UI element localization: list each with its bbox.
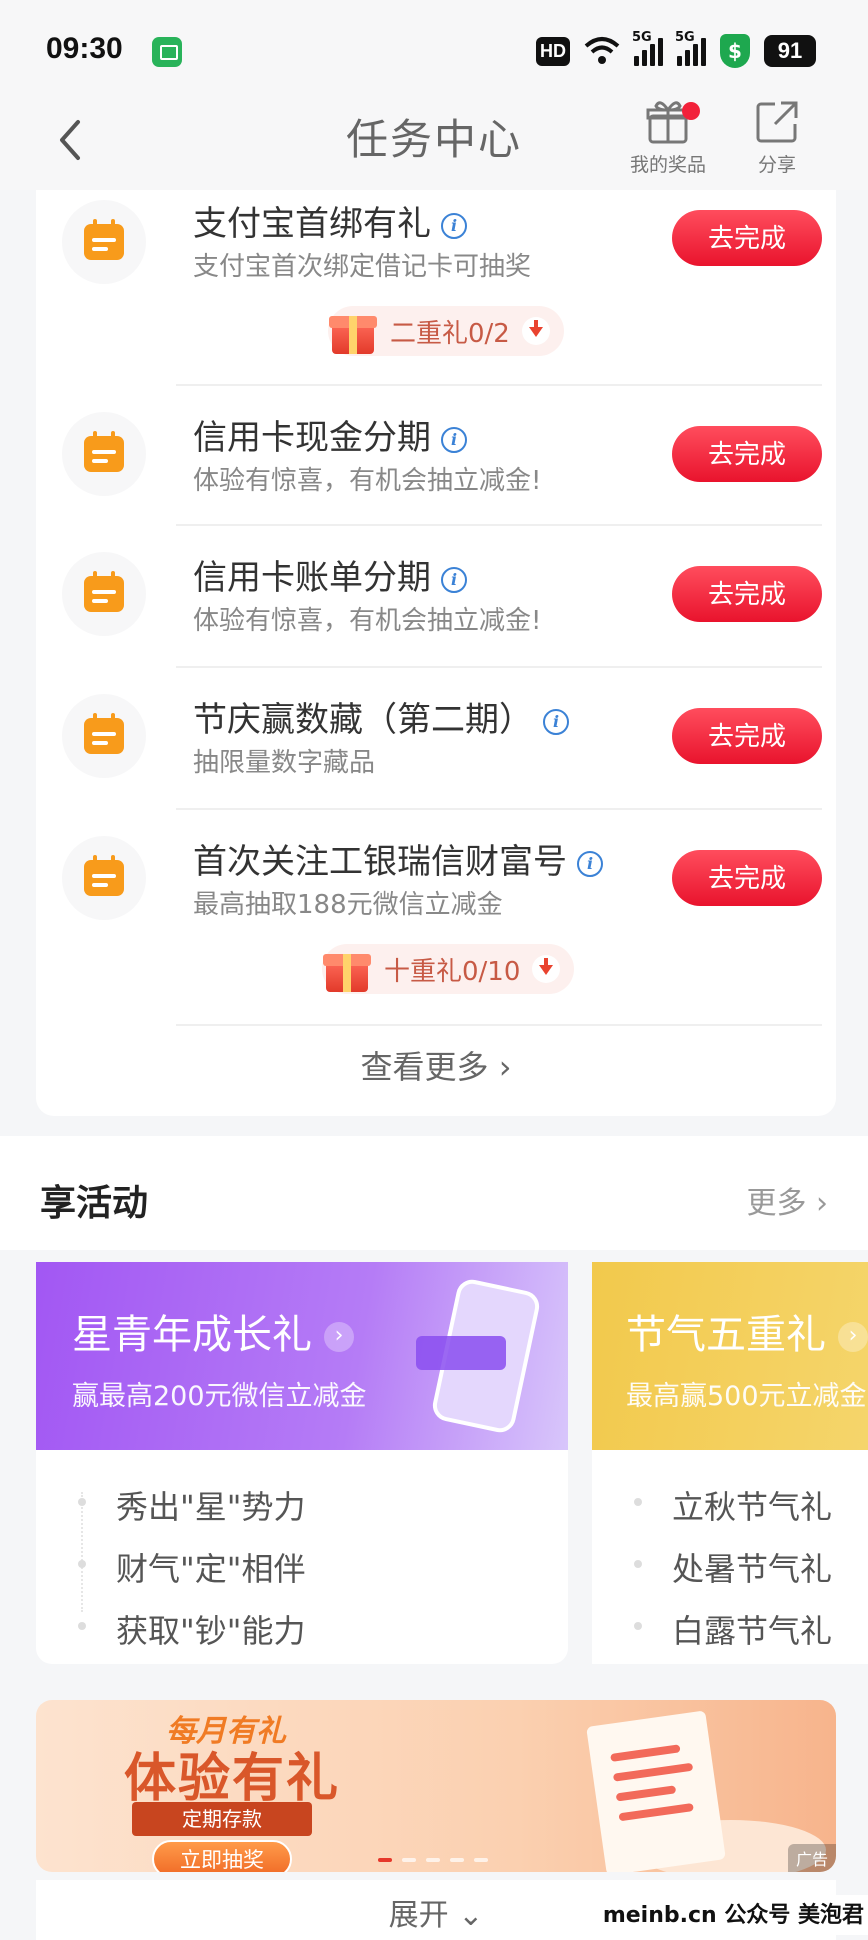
calendar-icon: [62, 694, 146, 778]
share-icon: [756, 101, 798, 143]
battery-icon: 91: [764, 35, 816, 67]
banner-main-text: 体验有礼: [124, 1749, 341, 1809]
task-subtitle: 抽限量数字藏品: [193, 748, 376, 778]
status-bar: 09:30 HD 5G 5G $ 91: [0, 0, 868, 98]
task-subtitle: 体验有惊喜，有机会抽立减金!: [193, 466, 542, 496]
gift-box-icon: [328, 306, 378, 356]
activity-banner: 节气五重礼 › 最高赢500元立减金: [592, 1262, 868, 1450]
share-button[interactable]: 分享: [727, 98, 827, 177]
calendar-icon: [62, 200, 146, 284]
document-illustration: [586, 1710, 726, 1872]
hd-icon: HD: [536, 36, 570, 66]
banner-tag: 定期存款: [132, 1802, 312, 1836]
task-subtitle: 支付宝首次绑定借记卡可抽奖: [193, 252, 532, 282]
gift-progress-pill[interactable]: 十重礼0/10: [322, 944, 575, 994]
chevron-right-icon: ›: [816, 1186, 828, 1221]
go-complete-button[interactable]: 去完成: [672, 566, 822, 622]
my-prizes-button[interactable]: 我的奖品: [618, 98, 718, 177]
activities-header: 享活动 更多 ›: [0, 1136, 868, 1250]
chevron-down-icon: ⌄: [458, 1898, 484, 1933]
chevron-right-icon: ›: [838, 1322, 868, 1352]
activity-card[interactable]: 星青年成长礼 › 赢最高200元微信立减金 秀出"星"势力 财气"定"相伴 获取"…: [36, 1262, 568, 1664]
activity-list-item: 秀出"星"势力: [78, 1482, 305, 1528]
chevron-right-icon: ›: [324, 1322, 354, 1352]
gift-progress-text: 十重礼0/10: [384, 956, 521, 987]
share-label: 分享: [757, 154, 796, 176]
divider: [176, 666, 822, 668]
notification-dot: [682, 102, 700, 120]
security-shield-icon: $: [720, 34, 750, 68]
message-app-icon: [152, 37, 182, 67]
wifi-icon: [584, 37, 620, 64]
info-icon[interactable]: i: [577, 850, 603, 877]
task-subtitle: 最高抽取188元微信立减金: [193, 890, 503, 920]
activity-title: 节气五重礼 ›: [626, 1302, 868, 1360]
my-prizes-label: 我的奖品: [629, 154, 706, 176]
promo-banner[interactable]: 每月有礼 体验有礼 定期存款 立即抽奖 广告: [36, 1700, 836, 1872]
go-complete-button[interactable]: 去完成: [672, 426, 822, 482]
calendar-icon: [62, 552, 146, 636]
gift-progress-pill[interactable]: 二重礼0/2: [328, 306, 564, 356]
info-icon[interactable]: i: [441, 212, 467, 239]
draw-now-button[interactable]: 立即抽奖: [152, 1840, 292, 1872]
activity-card[interactable]: 节气五重礼 › 最高赢500元立减金 立秋节气礼 处暑节气礼 白露节气礼: [592, 1262, 868, 1664]
task-title: 支付宝首绑有礼 i: [193, 196, 467, 245]
chevron-right-icon: ›: [498, 1048, 512, 1086]
activity-subtitle: 最高赢500元立减金: [626, 1381, 867, 1412]
calendar-icon: [62, 836, 146, 920]
view-more-link[interactable]: 查看更多 ›: [36, 1042, 836, 1088]
divider: [176, 384, 822, 386]
divider: [176, 1024, 822, 1026]
go-complete-button[interactable]: 去完成: [672, 210, 822, 266]
activity-list-item: 获取"钞"能力: [78, 1606, 305, 1652]
activity-list-item: 处暑节气礼: [634, 1544, 832, 1590]
gift-progress-text: 二重礼0/2: [390, 318, 510, 349]
carousel-indicator: [378, 1858, 488, 1862]
divider: [176, 808, 822, 810]
activity-list-item: 财气"定"相伴: [78, 1544, 305, 1590]
calendar-icon: [62, 412, 146, 496]
activities-more-link[interactable]: 更多 ›: [746, 1178, 828, 1222]
task-title: 信用卡账单分期 i: [193, 550, 467, 599]
nav-bar: 任务中心 我的奖品 分享: [0, 98, 868, 190]
signal-icon-1: 5G: [632, 30, 663, 66]
status-time: 09:30: [46, 32, 123, 65]
activity-list-item: 立秋节气礼: [634, 1482, 832, 1528]
status-indicators: HD 5G 5G $ 91: [536, 30, 816, 68]
ad-badge: 广告: [787, 1844, 836, 1872]
info-icon[interactable]: i: [441, 566, 467, 593]
info-icon[interactable]: i: [441, 426, 467, 453]
task-subtitle: 体验有惊喜，有机会抽立减金!: [193, 606, 542, 636]
timeline-line: [81, 1492, 83, 1612]
activity-subtitle: 赢最高200元微信立减金: [72, 1381, 367, 1412]
task-title: 首次关注工银瑞信财富号 i: [193, 834, 603, 883]
gift-box-icon: [322, 944, 372, 994]
task-title: 信用卡现金分期 i: [193, 410, 467, 459]
task-list-card: 支付宝首绑有礼 i 支付宝首次绑定借记卡可抽奖 去完成 二重礼0/2 信用卡现金分…: [36, 190, 836, 1116]
divider: [176, 524, 822, 526]
info-icon[interactable]: i: [543, 708, 569, 735]
activity-title: 星青年成长礼 ›: [72, 1302, 354, 1360]
signal-icon-2: 5G: [675, 30, 706, 66]
go-complete-button[interactable]: 去完成: [672, 850, 822, 906]
section-title: 享活动: [40, 1183, 149, 1224]
phone-illustration: [416, 1279, 540, 1433]
watermark: meinb.cn 公众号 美泡君: [592, 1895, 868, 1935]
go-complete-button[interactable]: 去完成: [672, 708, 822, 764]
task-title: 节庆赢数藏（第二期） i: [193, 692, 569, 741]
activity-banner: 星青年成长礼 › 赢最高200元微信立减金: [36, 1262, 568, 1450]
arrow-down-icon: [532, 955, 561, 983]
activity-list-item: 白露节气礼: [634, 1606, 832, 1652]
arrow-down-icon: [521, 317, 550, 345]
